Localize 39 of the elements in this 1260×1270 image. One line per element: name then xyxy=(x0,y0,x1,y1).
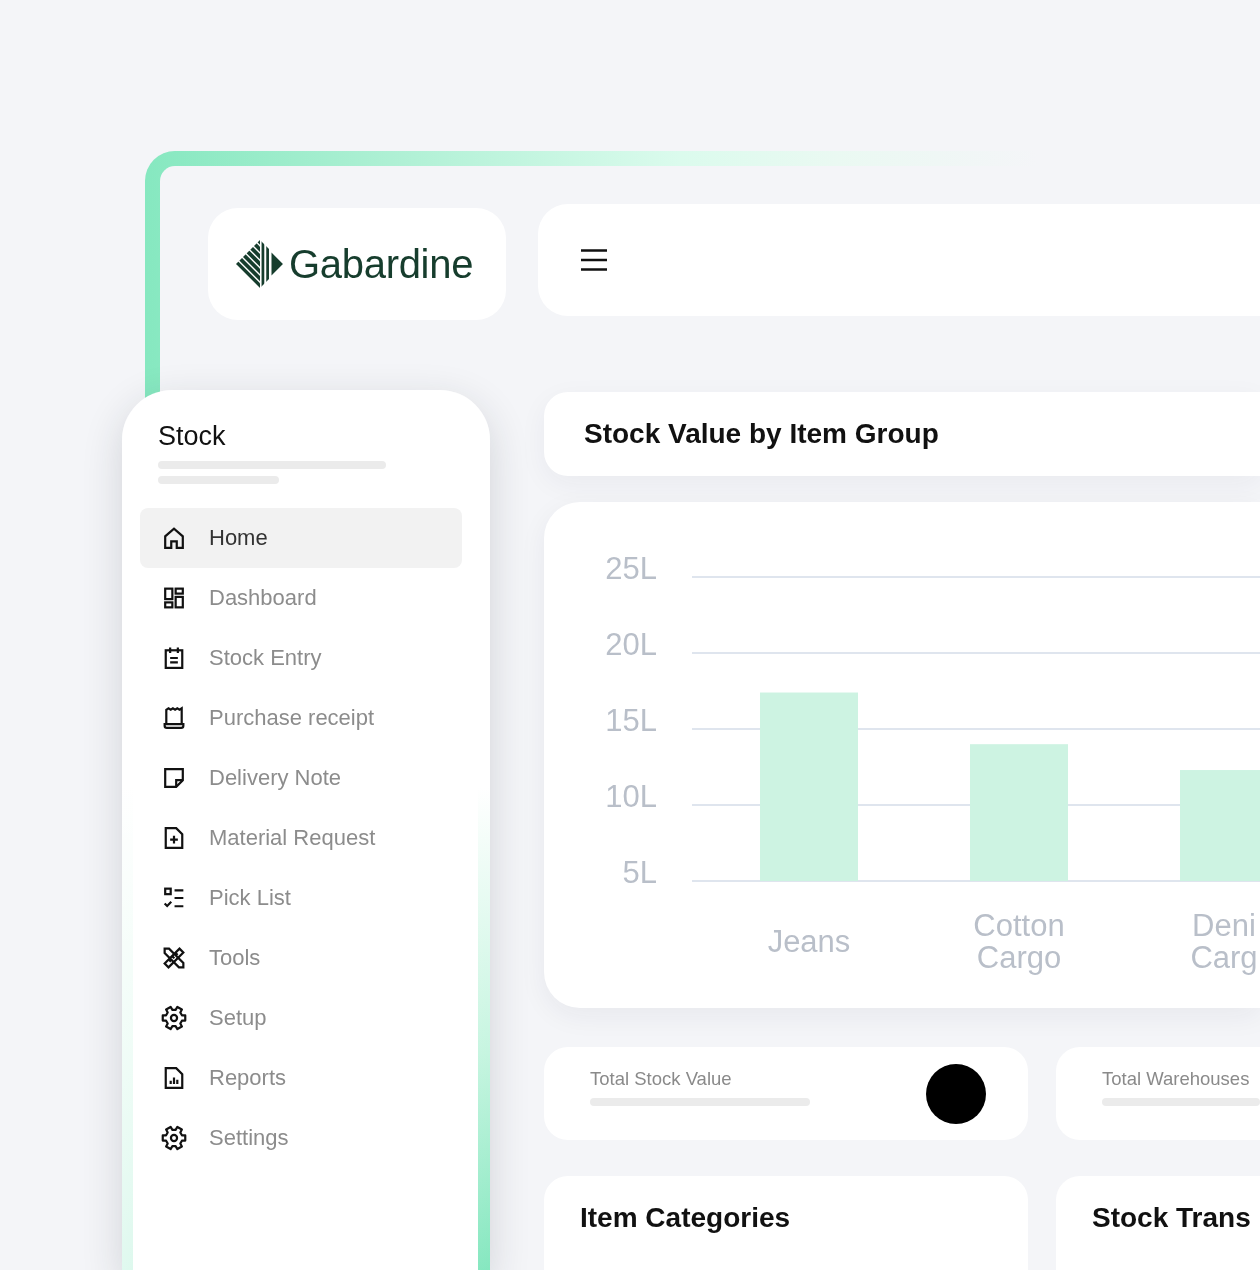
sidebar-title: Stock xyxy=(158,420,227,452)
panel-title: Stock Trans xyxy=(1092,1202,1252,1234)
chart-title: Stock Value by Item Group xyxy=(584,418,939,450)
logo-wordmark: Gabardine xyxy=(289,242,474,286)
home-icon xyxy=(163,527,185,549)
menu-icon[interactable] xyxy=(581,248,607,272)
ruler-pencil-icon xyxy=(163,947,185,969)
axis-label: 25L xyxy=(605,551,657,586)
axis-label: 15L xyxy=(605,703,657,738)
sidebar-item[interactable]: Delivery Note xyxy=(140,748,462,808)
axis-label: 5L xyxy=(622,855,657,890)
sidebar-item[interactable]: Reports xyxy=(140,1048,462,1108)
axis-label: 20L xyxy=(605,627,657,662)
grid-icon xyxy=(163,587,185,609)
gear-icon xyxy=(163,1127,185,1149)
axis-label: Deni Carg xyxy=(1190,908,1258,975)
sidebar-item[interactable]: Purchase receipt xyxy=(140,688,462,748)
axis-label: Cotton Cargo xyxy=(973,908,1065,975)
sidebar-item[interactable]: Stock Entry xyxy=(140,628,462,688)
receipt-icon xyxy=(163,707,185,729)
report-icon xyxy=(163,1067,185,1089)
sidebar-item[interactable]: Tools xyxy=(140,928,462,988)
sidebar-item[interactable]: Settings xyxy=(140,1108,462,1168)
sidebar-item[interactable]: Material Request xyxy=(140,808,462,868)
gear-icon xyxy=(163,1007,185,1029)
logo-icon xyxy=(236,240,284,288)
panel-title: Item Categories xyxy=(580,1202,792,1234)
axis-label: Jeans xyxy=(767,924,851,959)
sidebar-item[interactable]: Dashboard xyxy=(140,568,462,628)
file-plus-icon xyxy=(163,827,185,849)
stat-label: Total Stock Value xyxy=(590,1068,733,1090)
sidebar-item[interactable]: Home xyxy=(140,508,462,568)
sidebar-item[interactable]: Setup xyxy=(140,988,462,1048)
stat-label: Total Warehouses xyxy=(1102,1068,1251,1090)
axis-label: 10L xyxy=(605,779,657,814)
checklist-icon xyxy=(163,887,185,909)
note-icon xyxy=(163,767,185,789)
clipboard-icon xyxy=(163,647,185,669)
sidebar-item[interactable]: Pick List xyxy=(140,868,462,928)
